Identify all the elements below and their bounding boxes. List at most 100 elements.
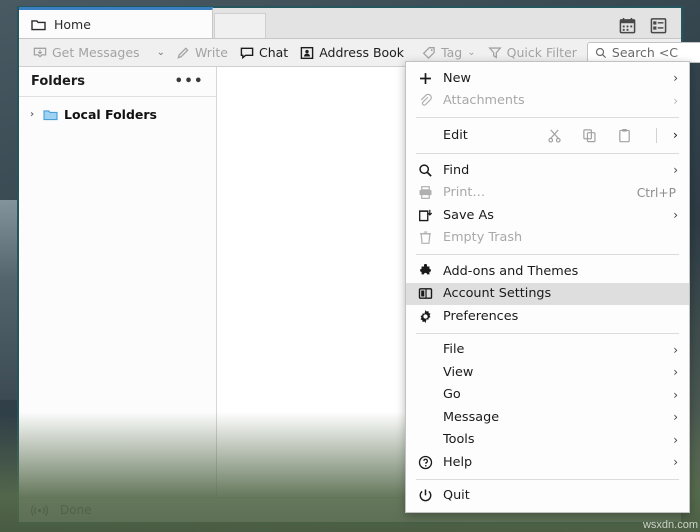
watermark: wsxdn.com: [642, 519, 698, 531]
app-menu-popup: New › Attachments › Edit › Find › Print……: [405, 61, 690, 513]
menu-item-edit[interactable]: Edit ›: [406, 123, 689, 148]
menu-item-save-as[interactable]: Save As ›: [406, 204, 689, 227]
folder-icon: [31, 18, 46, 31]
menu-item-help[interactable]: Help ›: [406, 451, 689, 474]
get-messages-dropdown-arrow[interactable]: ⌄: [152, 45, 170, 60]
address-book-label: Address Book: [319, 45, 405, 60]
search-input[interactable]: Search <C: [586, 42, 700, 63]
download-icon: [33, 46, 47, 60]
menu-separator-3: [416, 254, 679, 255]
menu-item-tools-label: Tools: [443, 432, 475, 448]
menu-item-account-settings-label: Account Settings: [443, 286, 552, 302]
menu-item-empty-trash: Empty Trash: [406, 227, 689, 250]
get-messages-label: Get Messages: [52, 45, 140, 60]
menu-item-save-as-label: Save As: [443, 207, 494, 223]
menu-item-attachments: Attachments ›: [406, 90, 689, 113]
edit-icons-divider: [655, 128, 657, 143]
folder-pane: Folders ••• › Local Folders: [19, 67, 217, 497]
menu-item-print-shortcut: Ctrl+P: [636, 185, 676, 200]
calendar-icon[interactable]: [619, 17, 636, 34]
menu-item-addons-and-themes[interactable]: Add-ons and Themes: [406, 260, 689, 283]
menu-item-print-label: Print…: [443, 185, 486, 201]
desktop-background: Home Get Messages ⌄ Write Chat Address B…: [0, 0, 700, 532]
folder-tree-item-local-folders[interactable]: › Local Folders: [19, 105, 216, 124]
help-icon: [418, 455, 438, 470]
menu-item-message[interactable]: Message ›: [406, 406, 689, 429]
menu-item-quit-label: Quit: [443, 488, 470, 504]
trash-icon: [418, 230, 438, 245]
address-book-icon: [300, 46, 314, 60]
menu-item-new-label: New: [443, 70, 471, 86]
chevron-right-icon: ›: [673, 342, 678, 357]
chevron-right-icon: ›: [673, 71, 678, 86]
menu-item-find[interactable]: Find ›: [406, 159, 689, 182]
chat-bubble-icon: [240, 46, 254, 60]
paperclip-icon: [418, 93, 438, 108]
menu-item-preferences[interactable]: Preferences: [406, 305, 689, 328]
cut-icon[interactable]: [547, 128, 562, 143]
menu-separator-2: [416, 153, 679, 154]
edit-action-icons: [547, 128, 673, 143]
tag-label: Tag: [441, 45, 463, 60]
tab-home[interactable]: Home: [19, 7, 213, 38]
chevron-right-icon: ›: [673, 455, 678, 470]
tasks-icon[interactable]: [650, 17, 667, 34]
puzzle-icon: [418, 263, 438, 279]
menu-item-help-label: Help: [443, 454, 473, 470]
chevron-right-icon: ›: [673, 365, 678, 380]
menu-item-find-label: Find: [443, 162, 470, 178]
activity-icon: [31, 504, 48, 517]
menu-item-view-label: View: [443, 364, 474, 380]
quick-filter-label: Quick Filter: [506, 45, 577, 60]
search-input-value: Search <C: [611, 45, 679, 60]
power-icon: [418, 488, 438, 503]
menu-separator-5: [416, 478, 679, 480]
tag-button[interactable]: Tag ⌄: [416, 43, 482, 62]
tab-strip: Home: [19, 7, 681, 39]
tab-home-label: Home: [54, 16, 91, 32]
search-icon: [595, 47, 607, 59]
chevron-right-icon: ›: [673, 163, 678, 178]
panel-icon: [418, 286, 438, 301]
menu-item-account-settings[interactable]: Account Settings: [406, 282, 689, 305]
write-label: Write: [194, 45, 228, 60]
menu-item-file-label: File: [443, 342, 465, 358]
chevron-right-icon: ›: [673, 410, 678, 425]
chat-button[interactable]: Chat: [234, 43, 294, 62]
copy-icon[interactable]: [582, 128, 597, 143]
chevron-right-icon: ›: [673, 208, 678, 223]
save-as-icon: [418, 208, 438, 223]
menu-item-view[interactable]: View ›: [406, 361, 689, 384]
chevron-right-icon[interactable]: ›: [27, 109, 37, 120]
folder-tree-item-label: Local Folders: [64, 107, 157, 122]
paste-icon[interactable]: [617, 128, 632, 143]
menu-item-go[interactable]: Go ›: [406, 384, 689, 407]
menu-item-go-label: Go: [443, 387, 461, 403]
plus-icon: [418, 71, 438, 86]
folder-pane-title: Folders: [31, 74, 86, 89]
folder-pane-header: Folders •••: [19, 67, 216, 97]
folder-pane-more-button[interactable]: •••: [175, 74, 204, 89]
gear-icon: [418, 309, 438, 324]
menu-item-tools[interactable]: Tools ›: [406, 429, 689, 452]
menu-separator-4: [416, 332, 679, 334]
menu-item-message-label: Message: [443, 409, 500, 425]
tag-dropdown-arrow[interactable]: ⌄: [467, 47, 475, 58]
address-book-button[interactable]: Address Book: [294, 43, 410, 62]
chevron-right-icon: ›: [673, 387, 678, 402]
search-icon: [418, 163, 438, 178]
menu-item-file[interactable]: File ›: [406, 339, 689, 362]
tab-new-blank[interactable]: [214, 13, 266, 38]
quick-filter-button[interactable]: Quick Filter: [482, 43, 583, 62]
tab-strip-icons: [619, 17, 681, 38]
write-button[interactable]: Write: [170, 43, 234, 62]
pencil-icon: [176, 46, 190, 60]
get-messages-button[interactable]: Get Messages: [27, 43, 146, 62]
menu-item-new[interactable]: New ›: [406, 67, 689, 90]
tag-icon: [422, 46, 436, 60]
chevron-right-icon: ›: [673, 432, 678, 447]
menu-item-quit[interactable]: Quit: [406, 485, 689, 508]
status-text: Done: [60, 503, 92, 517]
menu-item-edit-label: Edit: [443, 128, 468, 143]
printer-icon: [418, 185, 438, 200]
